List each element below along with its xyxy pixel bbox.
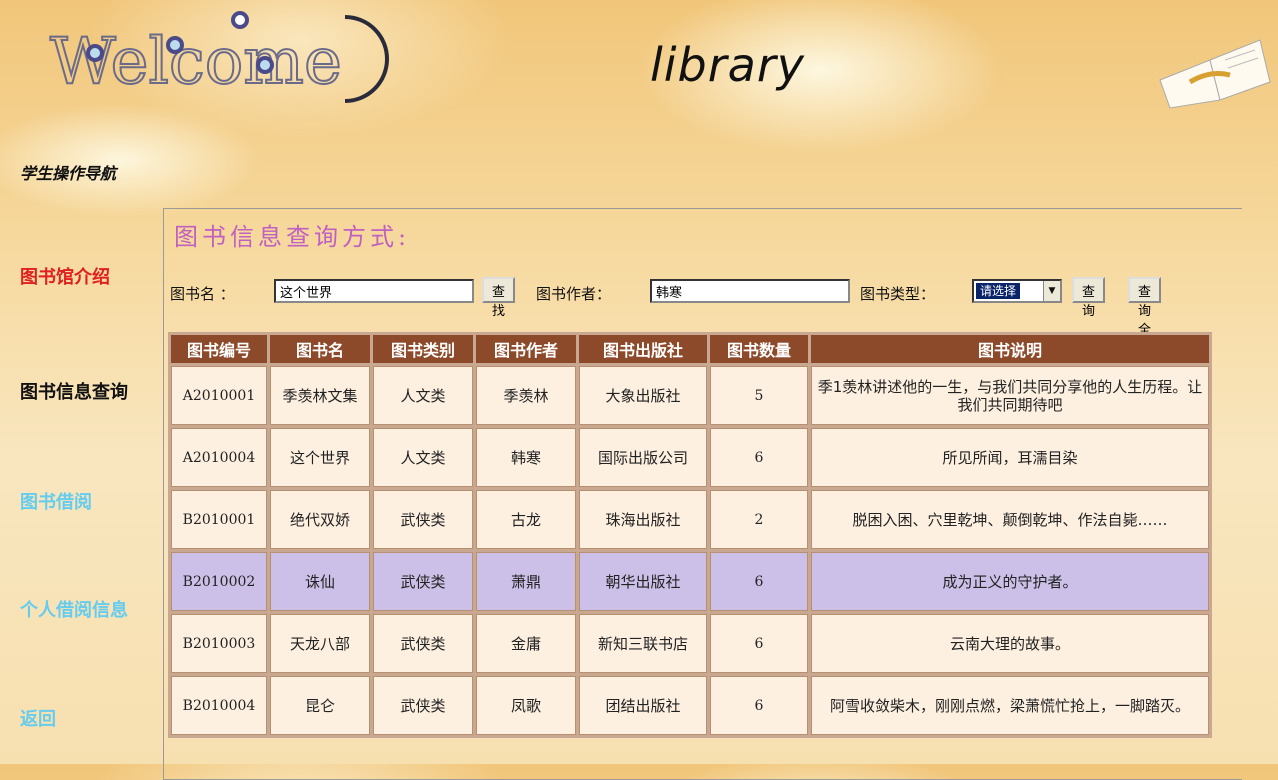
cell-author: 萧鼎: [476, 552, 576, 611]
table-header-row: 图书编号 图书名 图书类别 图书作者 图书出版社 图书数量 图书说明: [171, 335, 1209, 363]
table-row[interactable]: B2010001 绝代双娇 武侠类 古龙 珠海出版社 2 脱困入困、穴里乾坤、颠…: [171, 490, 1209, 549]
cell-desc: 云南大理的故事。: [811, 614, 1209, 673]
welcome-logo: Welcome: [49, 11, 389, 103]
col-header-desc: 图书说明: [811, 335, 1209, 363]
books-table: 图书编号 图书名 图书类别 图书作者 图书出版社 图书数量 图书说明 A2010…: [168, 332, 1212, 738]
cell-desc: 所见所闻，耳濡目染: [811, 428, 1209, 487]
table-row[interactable]: A2010001 季羡林文集 人文类 季羡林 大象出版社 5 季1羡林讲述他的一…: [171, 366, 1209, 425]
table-row[interactable]: B2010004 昆仑 武侠类 凤歌 团结出版社 6 阿雪收敛柴木，刚刚点燃，梁…: [171, 676, 1209, 735]
table-row[interactable]: A2010004 这个世界 人文类 韩寒 国际出版公司 6 所见所闻，耳濡目染: [171, 428, 1209, 487]
cell-id: B2010003: [171, 614, 267, 673]
cell-desc: 季1羡林讲述他的一生，与我们共同分享他的人生历程。让我们共同期待吧: [811, 366, 1209, 425]
nav-return[interactable]: 返回: [20, 705, 56, 731]
cell-publisher: 珠海出版社: [579, 490, 707, 549]
cell-category: 武侠类: [373, 490, 473, 549]
author-label: 图书作者：: [536, 285, 612, 303]
nav-personal-borrow-info[interactable]: 个人借阅信息: [20, 596, 128, 622]
cell-qty: 6: [710, 552, 808, 611]
cell-qty: 2: [710, 490, 808, 549]
cell-publisher: 朝华出版社: [579, 552, 707, 611]
type-select-value: 请选择: [976, 283, 1021, 299]
cell-id: B2010001: [171, 490, 267, 549]
type-select[interactable]: 请选择 ▼: [972, 279, 1062, 303]
cell-publisher: 新知三联书店: [579, 614, 707, 673]
cell-name: 天龙八部: [270, 614, 370, 673]
cell-author: 古龙: [476, 490, 576, 549]
cell-qty: 6: [710, 614, 808, 673]
nav-book-query[interactable]: 图书信息查询: [20, 378, 128, 404]
cell-category: 人文类: [373, 428, 473, 487]
col-header-author: 图书作者: [476, 335, 576, 363]
cell-name: 昆仑: [270, 676, 370, 735]
author-input[interactable]: [650, 279, 850, 303]
cell-qty: 5: [710, 366, 808, 425]
col-header-id: 图书编号: [171, 335, 267, 363]
cell-author: 凤歌: [476, 676, 576, 735]
cell-id: A2010001: [171, 366, 267, 425]
cell-name: 季羡林文集: [270, 366, 370, 425]
book-name-input[interactable]: [274, 279, 474, 303]
col-header-qty: 图书数量: [710, 335, 808, 363]
query-button[interactable]: 查询: [1072, 277, 1106, 319]
cell-id: A2010004: [171, 428, 267, 487]
query-all-button[interactable]: 查询全部: [1128, 277, 1162, 357]
cell-category: 武侠类: [373, 614, 473, 673]
cell-desc: 脱困入困、穴里乾坤、颠倒乾坤、作法自毙……: [811, 490, 1209, 549]
cell-desc: 阿雪收敛柴木，刚刚点燃，梁萧慌忙抢上，一脚踏灭。: [811, 676, 1209, 735]
cell-category: 武侠类: [373, 676, 473, 735]
search-panel-title: 图书信息查询方式:: [174, 223, 411, 251]
find-button[interactable]: 查找: [482, 277, 516, 319]
svg-text:Welcome: Welcome: [50, 25, 342, 99]
table-row-highlighted[interactable]: B2010002 诛仙 武侠类 萧鼎 朝华出版社 6 成为正义的守护者。: [171, 552, 1209, 611]
cell-category: 武侠类: [373, 552, 473, 611]
cell-author: 金庸: [476, 614, 576, 673]
cell-name: 这个世界: [270, 428, 370, 487]
cell-publisher: 团结出版社: [579, 676, 707, 735]
cell-id: B2010002: [171, 552, 267, 611]
nav-library-intro[interactable]: 图书馆介绍: [20, 263, 110, 289]
cell-author: 韩寒: [476, 428, 576, 487]
nav-book-borrow[interactable]: 图书借阅: [20, 488, 92, 514]
open-book-icon: [1159, 39, 1271, 109]
cell-qty: 6: [710, 676, 808, 735]
site-title: library: [650, 38, 805, 92]
nav-heading: 学生操作导航: [20, 164, 117, 183]
col-header-publisher: 图书出版社: [579, 335, 707, 363]
type-label: 图书类型：: [860, 285, 936, 303]
cell-category: 人文类: [373, 366, 473, 425]
table-row[interactable]: B2010003 天龙八部 武侠类 金庸 新知三联书店 6 云南大理的故事。: [171, 614, 1209, 673]
cell-author: 季羡林: [476, 366, 576, 425]
cell-name: 绝代双娇: [270, 490, 370, 549]
cell-publisher: 国际出版公司: [579, 428, 707, 487]
chevron-down-icon[interactable]: ▼: [1043, 281, 1060, 301]
col-header-category: 图书类别: [373, 335, 473, 363]
book-name-label: 图书名 ：: [170, 285, 235, 303]
col-header-name: 图书名: [270, 335, 370, 363]
cell-desc: 成为正义的守护者。: [811, 552, 1209, 611]
page-header: Welcome library: [0, 0, 1278, 130]
cell-qty: 6: [710, 428, 808, 487]
cell-name: 诛仙: [270, 552, 370, 611]
cell-publisher: 大象出版社: [579, 366, 707, 425]
cell-id: B2010004: [171, 676, 267, 735]
